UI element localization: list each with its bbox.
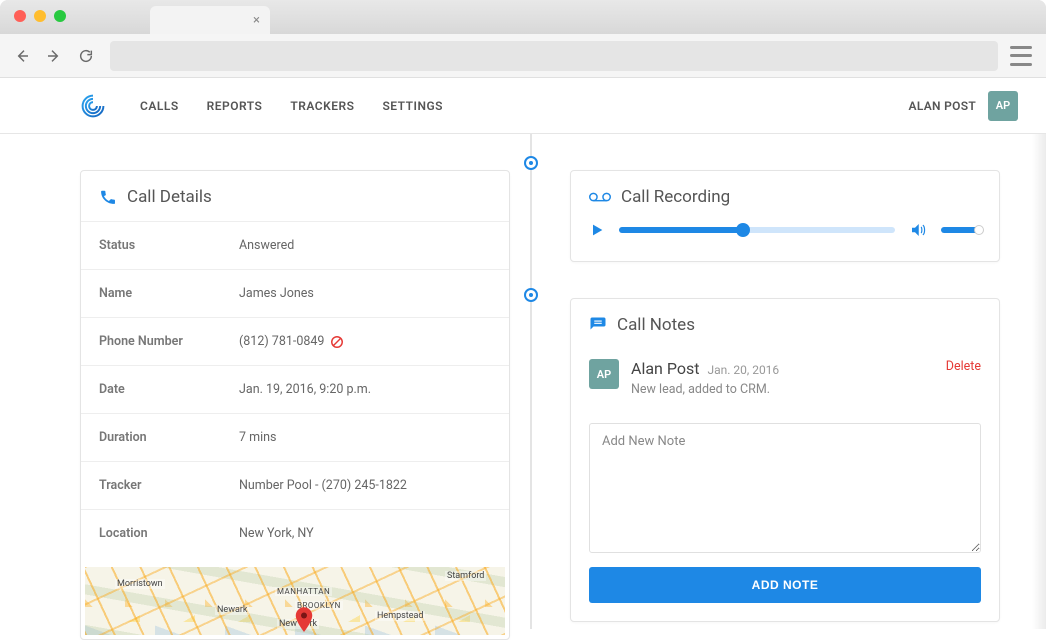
volume-slider[interactable] (941, 227, 981, 233)
voicemail-icon (589, 190, 611, 204)
timeline-dot-notes (524, 288, 538, 302)
detail-row-tracker: Tracker Number Pool - (270) 245-1822 (81, 461, 509, 509)
tab-strip: × (0, 0, 1046, 34)
minimize-window-button[interactable] (34, 10, 46, 22)
seek-fill (619, 227, 743, 233)
detail-row-date: Date Jan. 19, 2016, 9:20 p.m. (81, 365, 509, 413)
nav-calls[interactable]: CALLS (140, 99, 179, 113)
call-recording-card: Call Recording (570, 170, 1000, 262)
status-value: Answered (239, 238, 294, 253)
location-map[interactable]: Morristown Newark MANHATTAN BROOKLYN New… (85, 567, 505, 635)
window-controls (14, 10, 66, 22)
note-text: New lead, added to CRM. (631, 382, 981, 397)
username-label: ALAN POST (909, 99, 976, 113)
notes-icon (589, 316, 607, 334)
url-input[interactable] (110, 41, 998, 71)
shadow-edge (1032, 134, 1046, 629)
map-label-newark: Newark (215, 605, 249, 615)
name-label: Name (99, 286, 239, 301)
name-value: James Jones (239, 286, 314, 301)
browser-tab[interactable]: × (150, 6, 270, 34)
detail-row-status: Status Answered (81, 221, 509, 269)
call-details-header: Call Details (81, 171, 509, 221)
timeline-line (530, 134, 532, 629)
close-tab-icon[interactable]: × (253, 13, 260, 28)
phone-value: (812) 781-0849 (239, 334, 324, 349)
date-label: Date (99, 382, 239, 397)
notes-title: Call Notes (617, 315, 695, 335)
audio-player (571, 221, 999, 261)
map-label-stamford: Stamford (445, 571, 486, 581)
close-window-button[interactable] (14, 10, 26, 22)
block-number-icon[interactable] (330, 335, 344, 349)
notes-header: Call Notes (571, 299, 999, 349)
detail-row-phone: Phone Number (812) 781-0849 (81, 317, 509, 365)
note-date: Jan. 20, 2016 (707, 363, 779, 377)
location-label: Location (99, 526, 239, 541)
maximize-window-button[interactable] (54, 10, 66, 22)
forward-button[interactable] (46, 48, 66, 64)
recording-title: Call Recording (621, 187, 730, 207)
seek-slider[interactable] (619, 227, 895, 233)
map-label-hempstead: Hempstead (375, 611, 425, 621)
browser-toolbar (0, 34, 1046, 78)
call-details-card: Call Details Status Answered Name James … (80, 170, 510, 640)
map-pin-icon (295, 607, 313, 633)
note-author: Alan Post (631, 359, 699, 378)
map-label-manhattan: MANHATTAN (275, 587, 332, 596)
location-value: New York, NY (239, 526, 314, 541)
call-details-title: Call Details (127, 187, 212, 207)
app-logo[interactable] (80, 93, 106, 119)
play-button[interactable] (589, 222, 605, 238)
detail-row-location: Location New York, NY (81, 509, 509, 557)
main-nav: CALLS REPORTS TRACKERS SETTINGS (140, 99, 443, 113)
date-value: Jan. 19, 2016, 9:20 p.m. (239, 382, 371, 397)
detail-row-duration: Duration 7 mins (81, 413, 509, 461)
timeline-dot-recording (524, 156, 538, 170)
back-button[interactable] (14, 48, 34, 64)
detail-row-name: Name James Jones (81, 269, 509, 317)
nav-reports[interactable]: REPORTS (207, 99, 263, 113)
app-header: CALLS REPORTS TRACKERS SETTINGS ALAN POS… (0, 78, 1046, 134)
recording-header: Call Recording (571, 171, 999, 221)
tracker-value: Number Pool - (270) 245-1822 (239, 478, 407, 493)
new-note-input[interactable] (589, 423, 981, 553)
nav-settings[interactable]: SETTINGS (382, 99, 443, 113)
phone-label: Phone Number (99, 334, 239, 349)
call-notes-card: Call Notes AP Alan Post Jan. 20, 2016 Ne… (570, 298, 1000, 622)
tracker-label: Tracker (99, 478, 239, 493)
add-note-button[interactable]: ADD NOTE (589, 567, 981, 603)
note-item: AP Alan Post Jan. 20, 2016 New lead, add… (589, 349, 981, 411)
avatar: AP (988, 91, 1018, 121)
status-label: Status (99, 238, 239, 253)
reload-button[interactable] (78, 48, 98, 64)
browser-menu-button[interactable] (1010, 46, 1032, 66)
volume-knob[interactable] (974, 225, 984, 235)
duration-value: 7 mins (239, 430, 276, 445)
header-user[interactable]: ALAN POST AP (909, 91, 1018, 121)
browser-chrome: × (0, 0, 1046, 78)
volume-icon[interactable] (909, 221, 927, 239)
main-content: Call Details Status Answered Name James … (0, 134, 1046, 629)
duration-label: Duration (99, 430, 239, 445)
nav-trackers[interactable]: TRACKERS (290, 99, 354, 113)
map-label-morristown: Morristown (115, 579, 165, 589)
seek-knob[interactable] (736, 223, 750, 237)
delete-note-button[interactable]: Delete (946, 359, 981, 374)
phone-icon (99, 188, 117, 206)
note-avatar: AP (589, 359, 619, 389)
